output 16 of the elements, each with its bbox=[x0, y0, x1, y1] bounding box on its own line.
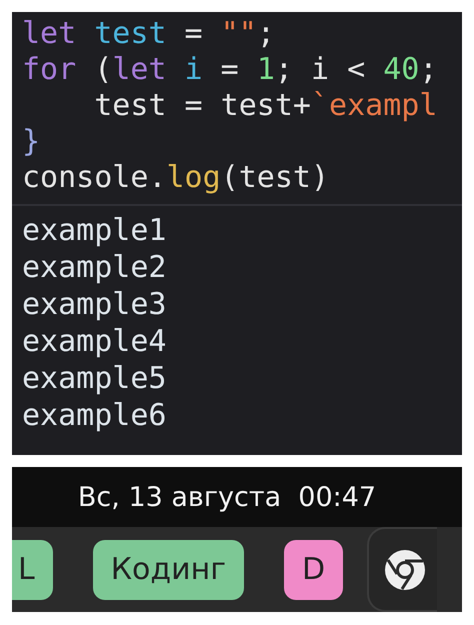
workspace-tag[interactable]: Кодинг bbox=[92, 540, 244, 600]
code-line: } bbox=[22, 124, 40, 159]
console-output-line: example5 bbox=[22, 360, 166, 397]
console-output-line: example4 bbox=[22, 323, 166, 360]
code-line: for (let i = 1; i < 40; bbox=[22, 52, 438, 87]
console-output-line: example6 bbox=[22, 397, 166, 434]
workspace-tag[interactable]: D bbox=[284, 540, 344, 600]
code-line: console.log(test) bbox=[22, 160, 330, 195]
console-output-line: example1 bbox=[22, 212, 166, 249]
code-line: test = test+`exampl bbox=[93, 88, 438, 123]
round-logo-icon[interactable] bbox=[383, 548, 428, 592]
workspace-tag[interactable]: L bbox=[12, 540, 53, 600]
code-line: let test = ""; bbox=[22, 16, 275, 51]
date-time-clock: Вс, 13 августа 00:47 bbox=[78, 482, 376, 512]
console-output-line: example2 bbox=[22, 249, 166, 286]
console-output-line: example3 bbox=[22, 286, 166, 323]
